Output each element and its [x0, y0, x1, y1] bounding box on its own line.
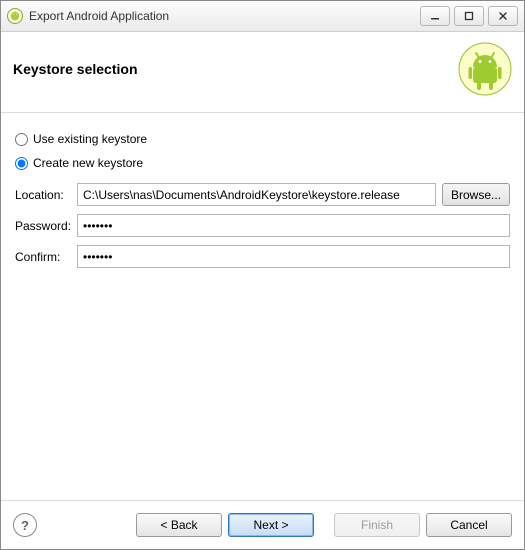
help-icon[interactable]: ? [13, 513, 37, 537]
close-button[interactable] [488, 6, 518, 26]
use-existing-keystore-option[interactable]: Use existing keystore [15, 129, 510, 149]
use-existing-label: Use existing keystore [33, 132, 147, 146]
use-existing-radio[interactable] [15, 133, 28, 146]
finish-button[interactable]: Finish [334, 513, 420, 537]
create-new-radio[interactable] [15, 157, 28, 170]
title-bar: Export Android Application [1, 1, 524, 32]
cancel-button[interactable]: Cancel [426, 513, 512, 537]
back-button[interactable]: < Back [136, 513, 222, 537]
wizard-content: Use existing keystore Create new keystor… [1, 113, 524, 500]
window-title: Export Android Application [29, 9, 169, 23]
app-icon [7, 8, 23, 24]
android-icon [458, 42, 512, 96]
dialog-window: Export Android Application Keystore sele… [0, 0, 525, 550]
password-input[interactable] [77, 214, 510, 237]
minimize-button[interactable] [420, 6, 450, 26]
location-label: Location: [15, 188, 77, 202]
maximize-button[interactable] [454, 6, 484, 26]
password-label: Password: [15, 219, 77, 233]
confirm-input[interactable] [77, 245, 510, 268]
next-button[interactable]: Next > [228, 513, 314, 537]
wizard-footer: ? < Back Next > Finish Cancel [1, 500, 524, 549]
browse-button[interactable]: Browse... [442, 183, 510, 206]
confirm-label: Confirm: [15, 250, 77, 264]
location-input[interactable] [77, 183, 436, 206]
wizard-banner: Keystore selection [1, 32, 524, 113]
page-title: Keystore selection [13, 61, 138, 77]
create-new-keystore-option[interactable]: Create new keystore [15, 153, 510, 173]
create-new-label: Create new keystore [33, 156, 143, 170]
